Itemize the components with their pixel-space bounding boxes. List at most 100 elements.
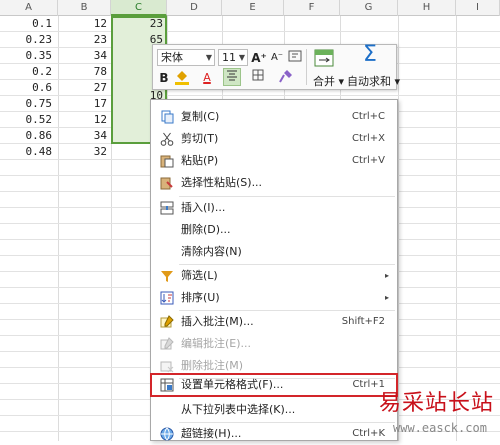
paint-bucket-icon — [175, 71, 189, 85]
menu-item-paste[interactable]: 粘贴(P) Ctrl+V — [151, 150, 397, 172]
cell-b6[interactable]: 17 — [58, 96, 107, 112]
cell-a4[interactable]: 0.2 — [0, 64, 52, 80]
cell-b4[interactable]: 78 — [58, 64, 107, 80]
cell-b9[interactable]: 32 — [58, 144, 107, 160]
align-center-icon — [227, 70, 237, 81]
format-painter-button[interactable] — [277, 69, 295, 87]
menu-item-sort[interactable]: 排序(U) ▸ — [151, 287, 397, 309]
font-color-button[interactable]: A — [197, 69, 217, 87]
menu-item-paste-special[interactable]: 选择性粘贴(S)... — [151, 172, 397, 194]
menu-pick-from-list-label: 从下拉列表中选择(K)... — [181, 403, 296, 416]
insert-cells-icon — [160, 201, 174, 215]
menu-paste-shortcut: Ctrl+V — [351, 155, 385, 166]
cell-a9-spacer — [0, 128, 52, 144]
menu-cut-shortcut: Ctrl+X — [351, 133, 385, 144]
autosum-label[interactable]: 自动求和 ▾ — [347, 73, 400, 89]
merge-label[interactable]: 合并 ▾ — [313, 73, 344, 89]
menu-insert-comment-shortcut: Shift+F2 — [341, 316, 385, 327]
menu-copy-shortcut: Ctrl+C — [351, 111, 385, 122]
merge-cells-icon — [314, 49, 334, 67]
menu-paste-special-label: 选择性粘贴(S)... — [181, 176, 263, 189]
format-painter-icon — [279, 70, 292, 83]
submenu-arrow-icon: ▸ — [384, 271, 389, 280]
submenu-arrow-icon: ▸ — [384, 293, 389, 302]
font-name-select[interactable]: 宋体 ▼ — [157, 49, 215, 66]
cell-b1[interactable]: 12 — [58, 16, 107, 32]
cell-a9[interactable]: 0.48 — [0, 144, 53, 160]
menu-copy-label: 复制(C) — [181, 110, 220, 123]
menu-item-filter[interactable]: 筛选(L) ▸ — [151, 265, 397, 287]
cell-a6[interactable]: 0.75 — [0, 96, 53, 112]
filter-icon — [161, 271, 173, 282]
mini-toolbar: 宋体 ▼ 11 ▼ A⁺ A⁻ B A 合并 ▾ Σ 自动求和 ▾ — [152, 44, 400, 90]
cell-a3[interactable]: 0.35 — [0, 48, 53, 64]
watermark-text: 易采站长站 — [379, 391, 495, 416]
column-header-g[interactable]: G — [340, 0, 398, 16]
menu-item-insert[interactable]: 插入(I)... — [151, 197, 397, 219]
menu-cut-label: 剪切(T) — [181, 132, 219, 145]
column-header-f[interactable]: F — [284, 0, 340, 16]
menu-item-hyperlink[interactable]: 超链接(H)... Ctrl+K — [151, 423, 397, 445]
menu-item-pick-from-list[interactable]: 从下拉列表中选择(K)... — [151, 399, 397, 421]
column-header-i[interactable]: I — [456, 0, 500, 16]
borders-icon — [252, 69, 264, 81]
menu-sort-label: 排序(U) — [181, 291, 220, 304]
align-center-button[interactable] — [223, 68, 241, 86]
highlight-annotation-box — [150, 373, 398, 397]
borders-button[interactable] — [249, 69, 267, 87]
menu-item-clear[interactable]: 清除内容(N) — [151, 241, 397, 263]
edit-comment-icon — [160, 337, 174, 350]
menu-hyperlink-label: 超链接(H)... — [181, 427, 242, 440]
chevron-down-icon: ▼ — [205, 53, 212, 62]
cell-a5[interactable]: 0.6 — [0, 80, 52, 96]
toolbar-separator — [306, 49, 307, 85]
shrink-font-button[interactable]: A⁻ — [269, 49, 285, 67]
paste-special-icon — [160, 177, 173, 190]
clear-format-button[interactable] — [287, 49, 303, 67]
column-header-h[interactable]: H — [398, 0, 456, 16]
menu-hyperlink-shortcut: Ctrl+K — [352, 428, 385, 439]
menu-filter-label: 筛选(L) — [181, 269, 218, 282]
menu-paste-label: 粘贴(P) — [181, 154, 219, 167]
cell-b7[interactable]: 12 — [58, 112, 107, 128]
cell-b5[interactable]: 27 — [58, 80, 107, 96]
chevron-down-icon: ▼ — [238, 53, 245, 62]
menu-delete-label: 删除(D)... — [181, 223, 231, 236]
menu-item-insert-comment[interactable]: 插入批注(M)... Shift+F2 — [151, 311, 397, 333]
cell-b3[interactable]: 34 — [58, 48, 107, 64]
column-header-c[interactable]: C — [111, 0, 167, 16]
autosum-symbol[interactable]: Σ — [359, 44, 381, 66]
cell-b8[interactable]: 34 — [58, 128, 107, 144]
column-header-b[interactable]: B — [58, 0, 111, 16]
grow-font-button[interactable]: A⁺ — [251, 49, 267, 67]
column-header-d[interactable]: D — [167, 0, 222, 16]
column-header-e[interactable]: E — [222, 0, 284, 16]
insert-comment-icon — [160, 315, 174, 328]
menu-clear-label: 清除内容(N) — [181, 245, 242, 258]
menu-insert-comment-label: 插入批注(M)... — [181, 315, 254, 328]
paste-icon — [160, 155, 174, 168]
hyperlink-icon — [160, 427, 174, 441]
menu-item-delete[interactable]: 删除(D)... — [151, 219, 397, 241]
delete-comment-icon — [160, 361, 174, 373]
cell-a7[interactable]: 0.52 — [0, 112, 53, 128]
menu-item-copy[interactable]: 复制(C) Ctrl+C — [151, 106, 397, 128]
cell-b2[interactable]: 23 — [58, 32, 107, 48]
merge-button[interactable] — [313, 48, 335, 70]
menu-item-cut[interactable]: 剪切(T) Ctrl+X — [151, 128, 397, 150]
watermark-url: www.easck.com — [393, 421, 487, 435]
sort-icon — [160, 291, 174, 305]
menu-item-edit-comment: 编辑批注(E)... — [151, 333, 397, 355]
copy-icon — [161, 110, 174, 124]
scissors-icon — [160, 132, 174, 146]
cell-c1[interactable]: 23 — [111, 16, 163, 32]
fill-color-button[interactable] — [173, 69, 193, 87]
cell-a2[interactable]: 0.23 — [0, 32, 53, 48]
font-size-select[interactable]: 11 ▼ — [218, 49, 248, 66]
bold-button[interactable]: B — [157, 69, 171, 87]
menu-insert-label: 插入(I)... — [181, 201, 226, 214]
font-size-value: 11 — [222, 51, 236, 64]
cell-a1[interactable]: 0.1 — [0, 16, 52, 32]
column-header-a[interactable]: A — [0, 0, 58, 16]
font-color-letter: A — [203, 71, 211, 84]
